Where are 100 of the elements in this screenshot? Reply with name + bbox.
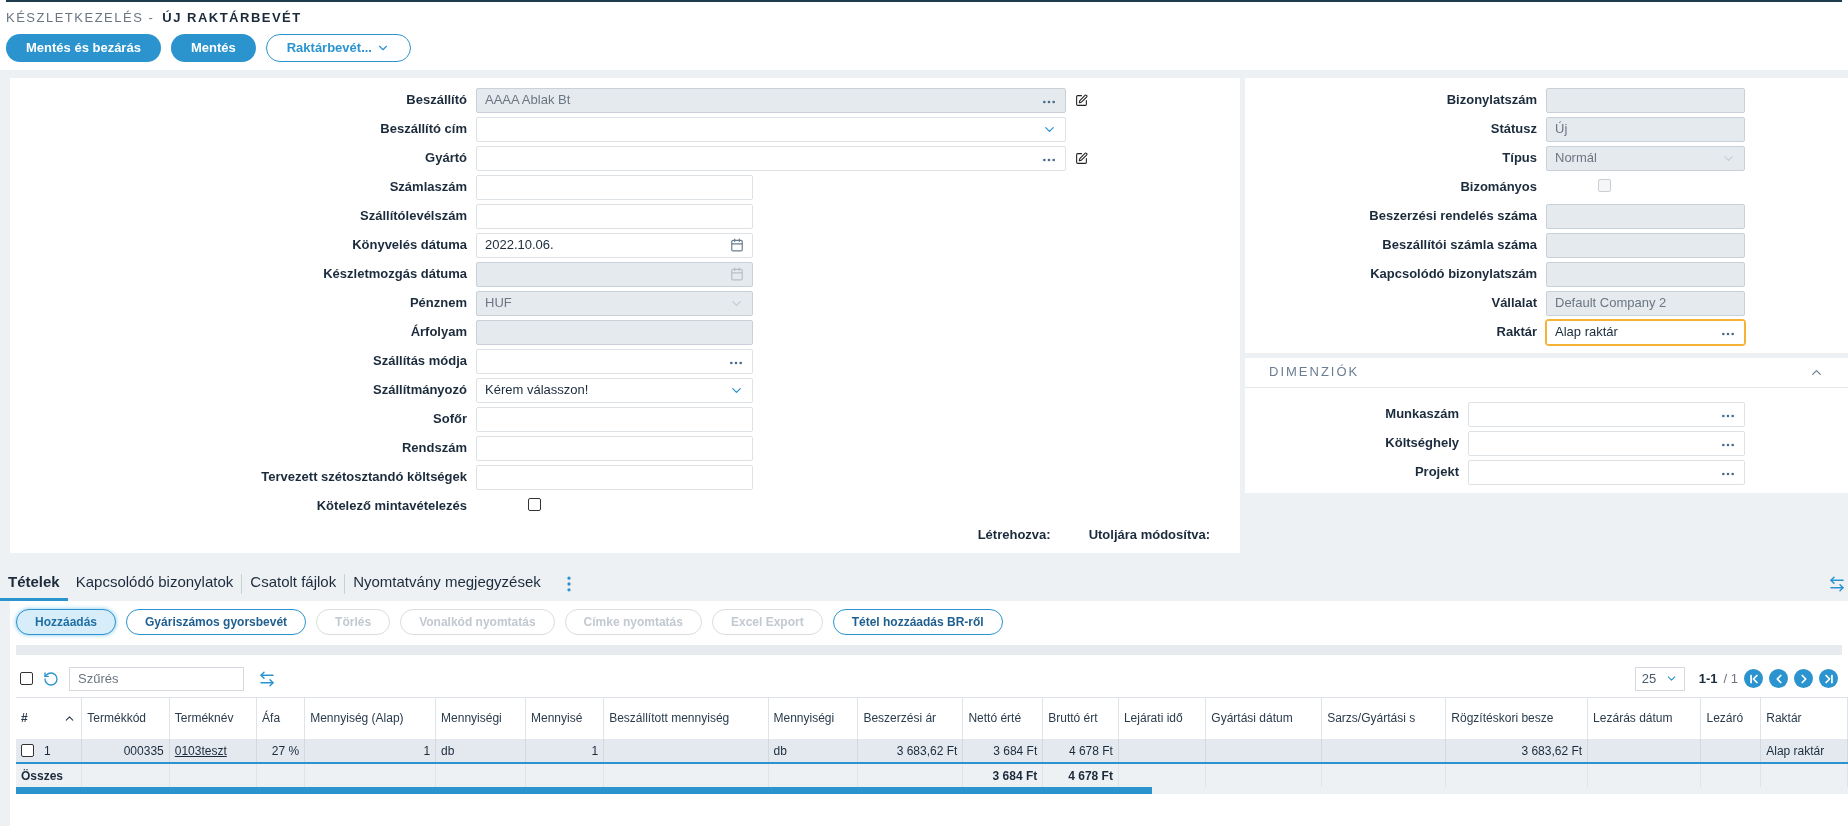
field-label: Pénznem xyxy=(408,294,467,313)
field-label: Vállalat xyxy=(1490,294,1537,313)
previous-page-button[interactable] xyxy=(1769,669,1788,688)
column-header[interactable]: Lezáró xyxy=(1706,711,1744,726)
lookup-field[interactable] xyxy=(476,348,753,374)
text-field[interactable] xyxy=(476,464,753,490)
column-header[interactable]: Gyártási dátum xyxy=(1211,711,1293,726)
tab[interactable]: Csatolt fájlok xyxy=(242,566,345,601)
field-label: Sofőr xyxy=(432,410,467,429)
field-label: Könyvelés dátuma xyxy=(351,236,467,255)
column-header[interactable]: Mennyiség (Alap) xyxy=(310,711,404,726)
field-label: Beszerzési rendelés száma xyxy=(1368,207,1537,226)
page-total: / 1 xyxy=(1723,669,1738,688)
field-label: Projekt xyxy=(1413,463,1459,482)
checkbox[interactable] xyxy=(528,498,541,511)
text-field[interactable] xyxy=(476,406,753,432)
field-label: Szállítás módja xyxy=(372,352,467,371)
field-label: Beszállítói számla száma xyxy=(1381,236,1537,255)
toolbar-button[interactable]: Gyáriszámos gyorsbevét xyxy=(126,608,307,635)
lookup-field[interactable] xyxy=(1468,459,1745,485)
filter-field[interactable]: Szűrés xyxy=(69,666,244,691)
field-label: Típus xyxy=(1501,149,1537,168)
column-header[interactable]: Lejárati idő xyxy=(1123,711,1183,726)
field-label: Számlaszám xyxy=(388,178,467,197)
table-cell: 3 683,62 Ft xyxy=(1521,743,1583,758)
last-page-button[interactable] xyxy=(1819,669,1838,688)
modified-label: Utoljára módosítva: xyxy=(1088,526,1210,544)
toolbar-button[interactable]: Tétel hozzáadás BR-ről xyxy=(832,608,1003,635)
select-field[interactable] xyxy=(476,116,1066,142)
field-label: Munkaszám xyxy=(1384,405,1459,424)
total-cell: 3 684 Ft xyxy=(992,768,1038,783)
page-range: 1-1 xyxy=(1698,669,1718,688)
column-header[interactable]: # xyxy=(21,709,28,728)
field-label: Készletmozgás dátuma xyxy=(322,265,467,284)
table-cell: 4 678 Ft xyxy=(1068,743,1113,758)
column-header[interactable]: Bruttó ért xyxy=(1048,711,1098,726)
next-page-button[interactable] xyxy=(1794,669,1813,688)
field-label: Tervezett szétosztandó költségek xyxy=(260,468,467,487)
breadcrumb: KÉSZLETKEZELÉS - xyxy=(6,9,155,27)
column-header[interactable]: Raktár xyxy=(1766,711,1802,726)
table-cell: db xyxy=(441,743,455,758)
reset-icon[interactable] xyxy=(43,670,59,687)
tab[interactable]: Nyomtatvány megjegyzések xyxy=(345,566,549,601)
table-cell: 3 684 Ft xyxy=(993,743,1038,758)
field-label: Költséghely xyxy=(1384,434,1459,453)
swap-icon[interactable] xyxy=(1828,574,1846,593)
date-field[interactable]: 2022.10.06. xyxy=(476,232,753,258)
text-field[interactable] xyxy=(476,435,753,461)
table-cell: Alap raktár xyxy=(1766,743,1825,758)
created-label: Létrehozva: xyxy=(977,526,1051,544)
column-header[interactable]: Beszerzési ár xyxy=(863,711,937,726)
column-header[interactable]: Mennyiségi xyxy=(773,711,835,726)
column-header[interactable]: Lezárás dátum xyxy=(1593,711,1673,726)
field-label: Beszállító cím xyxy=(379,120,467,139)
field-label: Beszállító xyxy=(405,91,467,110)
row-number: 1 xyxy=(44,742,51,760)
column-header[interactable]: Mennyisé xyxy=(531,711,583,726)
column-header[interactable]: Sarzs/Gyártási s xyxy=(1327,711,1416,726)
text-field[interactable] xyxy=(476,174,753,200)
column-header[interactable]: Mennyiségi xyxy=(441,711,502,726)
field-label: Kapcsolódó bizonylatszám xyxy=(1369,265,1537,284)
lookup-field[interactable] xyxy=(1468,401,1745,427)
page-title: ÚJ RAKTÁRBEVÉT xyxy=(162,9,302,27)
scrollbar[interactable] xyxy=(16,787,1848,794)
product-link[interactable]: 0103teszt xyxy=(174,743,227,758)
row-checkbox[interactable] xyxy=(21,744,34,757)
toolbar-button[interactable]: Hozzáadás xyxy=(16,608,117,635)
field-label: Gyártó xyxy=(424,149,467,168)
swap-icon[interactable] xyxy=(258,669,276,688)
calendar-icon[interactable] xyxy=(730,238,744,252)
field-label: Státusz xyxy=(1489,120,1537,139)
total-cell: 4 678 Ft xyxy=(1068,768,1113,783)
column-header[interactable]: Termékkód xyxy=(87,711,147,726)
select-all-checkbox[interactable] xyxy=(20,672,33,685)
field-label: Árfolyam xyxy=(409,323,467,342)
column-header[interactable]: Terméknév xyxy=(174,711,234,726)
table-cell: 1 xyxy=(591,743,599,758)
lookup-field[interactable] xyxy=(1468,430,1745,456)
section-title: DIMENZIÓK xyxy=(1269,363,1360,382)
tab[interactable]: Kapcsolódó bizonylatok xyxy=(67,566,242,601)
field-label: Bizonylatszám xyxy=(1445,91,1537,110)
field-label: Rendszám xyxy=(400,439,467,458)
table-cell: 3 683,62 Ft xyxy=(896,743,958,758)
column-header[interactable]: Beszállított mennyiség xyxy=(609,711,730,726)
column-header[interactable]: Rögzítéskori besze xyxy=(1451,711,1554,726)
field-label: Raktár xyxy=(1495,323,1537,342)
table-cell: 27 % xyxy=(271,743,300,758)
column-header[interactable]: Áfa xyxy=(262,711,281,726)
page-size-select[interactable]: 25 xyxy=(1634,666,1685,691)
field-label: Kötelező mintavételezés xyxy=(315,497,467,516)
lookup-field[interactable]: Alap raktár xyxy=(1546,319,1745,345)
field-label: Bizományos xyxy=(1459,178,1537,197)
edit-icon[interactable] xyxy=(1075,151,1088,165)
text-field[interactable] xyxy=(476,203,753,229)
total-label: Összes xyxy=(21,768,64,783)
lookup-field[interactable] xyxy=(476,145,1066,171)
field-label: Szállítmányozó xyxy=(372,381,467,400)
column-header[interactable]: Nettó érté xyxy=(968,711,1022,726)
select-field[interactable]: Kérem válasszon! xyxy=(476,377,753,403)
first-page-button[interactable] xyxy=(1744,669,1763,688)
